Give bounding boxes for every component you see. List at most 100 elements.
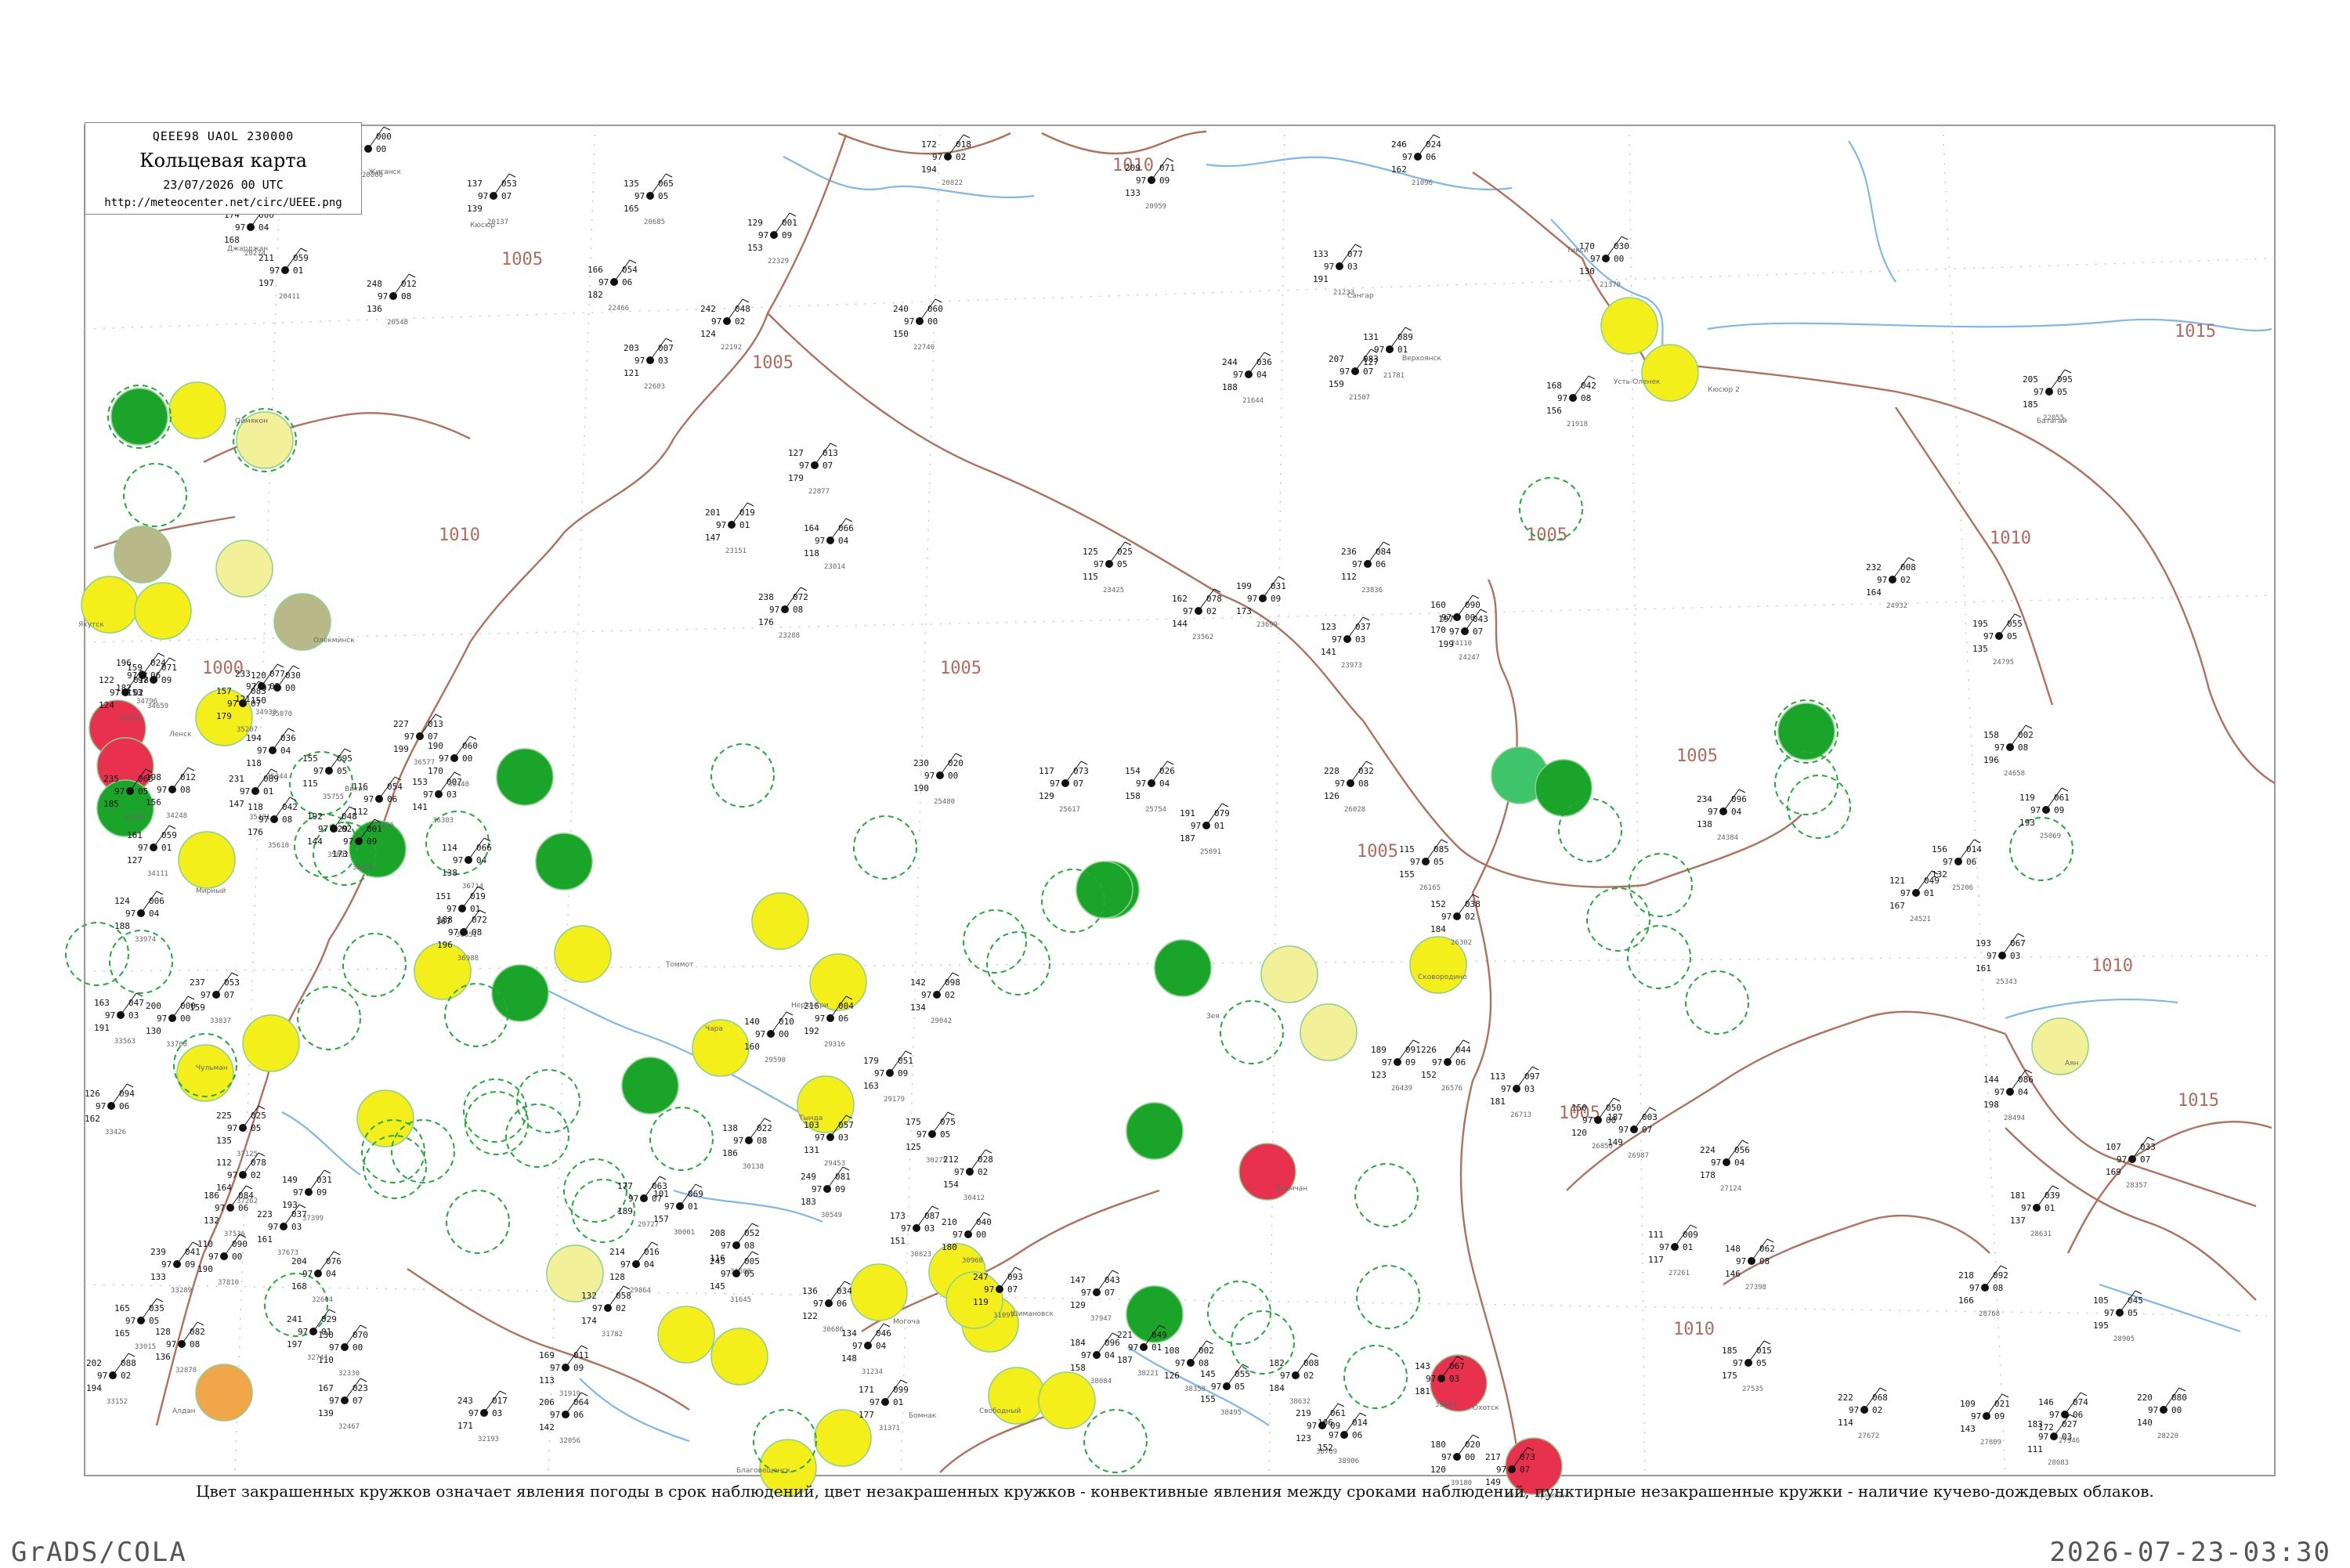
station-phenomenon-circle: [176, 1044, 234, 1102]
dewpoint-value: 97: [1183, 606, 1193, 616]
station-phenomenon-circle: [414, 942, 472, 1000]
station-id: 27261: [1668, 1270, 1690, 1277]
station-id: 36988: [457, 955, 479, 963]
dewpoint-value: 97: [404, 732, 414, 742]
visibility-value: 183: [801, 1197, 816, 1207]
wind-barb-feather: [1472, 1434, 1480, 1439]
dewpoint-value: 97: [620, 1259, 631, 1270]
wind-barb-feather: [1206, 1340, 1213, 1345]
tendency-value: 00: [232, 1252, 242, 1262]
temp-value: 061: [2054, 793, 2070, 803]
temp-value: 052: [744, 1228, 760, 1238]
temp-value: 009: [1683, 1230, 1698, 1240]
pressure-value: 124: [114, 896, 130, 906]
temp-value: 067: [2010, 938, 2026, 948]
temp-value: 073: [1520, 1452, 1535, 1462]
wind-barb-feather: [900, 1379, 908, 1384]
visibility-value: 130: [1579, 266, 1595, 276]
temp-value: 004: [838, 1001, 854, 1011]
station-phenomenon-circle: [195, 1364, 253, 1422]
wind-barb-feather: [156, 891, 164, 895]
visibility-value: 179: [788, 473, 804, 483]
visibility-value: 120: [1430, 1465, 1446, 1475]
pressure-value: 195: [1972, 619, 1988, 629]
temp-value: 025: [251, 1111, 266, 1121]
station-id: 32741: [307, 1354, 328, 1362]
dewpoint-value: 97: [953, 1230, 963, 1240]
cb-dashed-ring: [986, 931, 1050, 995]
legend-url[interactable]: http://meteocenter.net/circ/UEEE.png: [85, 197, 361, 209]
temp-value: 069: [688, 1189, 703, 1199]
station-id: 37947: [1090, 1315, 1112, 1323]
pressure-value: 154: [1125, 766, 1141, 776]
pressure-value: 220: [2137, 1393, 2153, 1403]
visibility-value: 152: [1421, 1070, 1437, 1080]
station-plot: 223 037 97 03 161 37673: [257, 1204, 307, 1257]
temp-value: 019: [739, 508, 755, 518]
tendency-value: 04: [1734, 1158, 1745, 1168]
tendency-value: 04: [326, 1269, 337, 1279]
visibility-value: 146: [1725, 1269, 1741, 1279]
station-plot: 113 097 97 03 181 26713: [1490, 1066, 1540, 1119]
dewpoint-value: 97: [446, 904, 457, 914]
tendency-value: 03: [291, 1222, 302, 1232]
visibility-value: 127: [127, 855, 143, 865]
station-id: 27124: [1720, 1185, 1741, 1193]
visibility-value: 170: [428, 766, 443, 776]
pressure-value: 149: [282, 1175, 298, 1185]
visibility-value: 115: [302, 779, 318, 789]
visibility-value: 159: [1329, 379, 1344, 389]
pressure-value: 190: [428, 741, 443, 751]
visibility-value: 194: [921, 164, 937, 175]
station-id: 23288: [779, 632, 800, 640]
wind-barb-feather: [287, 728, 295, 732]
pressure-value: 247: [973, 1272, 989, 1282]
station-plot: 105 045 97 05 195 28905: [2093, 1290, 2143, 1343]
tendency-value: 06: [622, 277, 632, 287]
pressure-value: 135: [624, 179, 639, 189]
dewpoint-value: 97: [711, 316, 721, 327]
pressure-value: 105: [2093, 1295, 2109, 1306]
tendency-value: 03: [2010, 951, 2020, 961]
wind-barb-feather: [747, 502, 754, 507]
temp-value: 065: [658, 179, 674, 189]
pressure-value: 203: [624, 343, 639, 353]
wind-barb-feather: [985, 1149, 992, 1154]
dewpoint-value: 97: [2034, 387, 2044, 397]
dewpoint-value: 97: [1971, 1411, 1981, 1422]
pressure-value: 160: [1430, 600, 1446, 610]
visibility-value: 138: [1697, 819, 1712, 829]
tendency-value: 07: [1473, 627, 1483, 637]
dewpoint-value: 97: [916, 1129, 927, 1140]
dewpoint-value: 97: [1352, 559, 1362, 569]
coastline: [1566, 1010, 2006, 1191]
wind-barb-feather: [659, 1176, 667, 1180]
wind-barb-feather: [2064, 369, 2072, 374]
temp-value: 012: [401, 279, 417, 289]
wind-barb-feather: [469, 735, 477, 740]
temp-value: 087: [924, 1211, 940, 1221]
visibility-value: 112: [352, 807, 368, 817]
station-plot: 238 072 97 08 176 23288: [758, 587, 808, 640]
tendency-value: 07: [224, 990, 234, 1000]
visibility-value: 167: [1889, 901, 1905, 911]
wind-barb-feather: [245, 1185, 253, 1190]
dewpoint-value: 97: [550, 1410, 560, 1420]
visibility-value: 150: [893, 329, 909, 339]
dewpoint-value: 97: [1983, 631, 1994, 641]
temp-value: 077: [269, 669, 285, 679]
tendency-value: 05: [2007, 631, 2017, 641]
cb-dashed-ring: [963, 909, 1027, 974]
river-line: [2099, 1283, 2241, 1333]
station-id: 39043: [1435, 1401, 1456, 1409]
visibility-value: 168: [224, 235, 240, 245]
pressure-value: 111: [1648, 1230, 1664, 1240]
temp-value: 000: [376, 132, 392, 142]
station-id: 30549: [821, 1212, 842, 1219]
tendency-value: 01: [293, 266, 303, 276]
wind-barb-feather: [258, 1105, 266, 1110]
station-id: 33426: [105, 1129, 126, 1136]
visibility-value: 187: [1117, 1355, 1133, 1365]
station-plot: 124 006 97 04 188 33974: [114, 891, 164, 944]
temp-value: 037: [1355, 622, 1371, 632]
